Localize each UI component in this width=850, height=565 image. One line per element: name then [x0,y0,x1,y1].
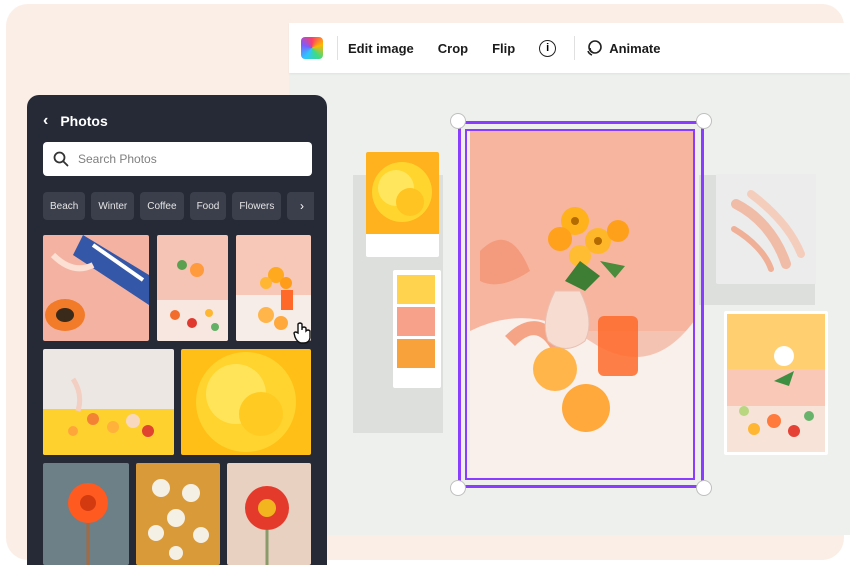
photo-thumbnail[interactable] [181,349,311,455]
photo-thumbnail[interactable] [227,463,311,565]
canvas-table-flowers-photo[interactable] [724,311,828,455]
photo-thumbnail[interactable] [157,235,228,341]
hand-cursor-icon [293,322,311,344]
chip-food[interactable]: Food [189,192,227,220]
resize-handle-top-left[interactable] [450,113,466,129]
chip-beach[interactable]: Beach [43,192,86,220]
panel-title: Photos [60,113,108,129]
toolbar-divider [337,36,338,60]
app-logo-icon[interactable] [301,37,323,59]
swatch-salmon [397,307,435,336]
canvas-brush-stroke-photo[interactable] [716,174,816,284]
photo-thumbnail[interactable] [136,463,220,565]
chevron-right-icon[interactable]: › [290,192,314,220]
toolbar-divider [574,36,576,60]
search-input[interactable]: Search Photos [43,142,312,176]
crop-button[interactable]: Crop [438,41,468,56]
back-chevron-icon[interactable]: ‹ [43,112,48,130]
color-swatch-card[interactable] [393,270,441,388]
panel-header: ‹ Photos [27,95,327,147]
edit-image-button[interactable]: Edit image [348,41,414,56]
chip-flowers[interactable]: Flowers [232,192,282,220]
photo-thumbnail[interactable] [43,349,174,455]
editor-toolbar: Edit image Crop Flip i Animate [289,23,850,73]
chip-coffee[interactable]: Coffee [140,192,184,220]
animate-label: Animate [609,40,661,56]
photos-panel: ‹ Photos Search Photos Beach Winter Coff… [27,95,327,565]
search-icon [53,151,69,167]
photo-thumbnail[interactable] [43,463,129,565]
swatch-orange [397,339,435,368]
resize-handle-bottom-right[interactable] [696,480,712,496]
animate-icon [587,40,603,56]
swatch-yellow [397,275,435,304]
animate-button[interactable]: Animate [585,39,661,57]
chip-winter[interactable]: Winter [91,192,135,220]
flip-button[interactable]: Flip [492,41,515,56]
info-icon[interactable]: i [539,39,557,57]
resize-handle-bottom-left[interactable] [450,480,466,496]
resize-handle-top-right[interactable] [696,113,712,129]
selection-inner-frame [465,129,695,480]
search-placeholder: Search Photos [78,152,157,166]
photo-thumbnail[interactable] [43,235,149,341]
category-chips: Beach Winter Coffee Food Flowers V [43,192,323,220]
canvas-yellow-flower-photo[interactable] [366,152,439,257]
